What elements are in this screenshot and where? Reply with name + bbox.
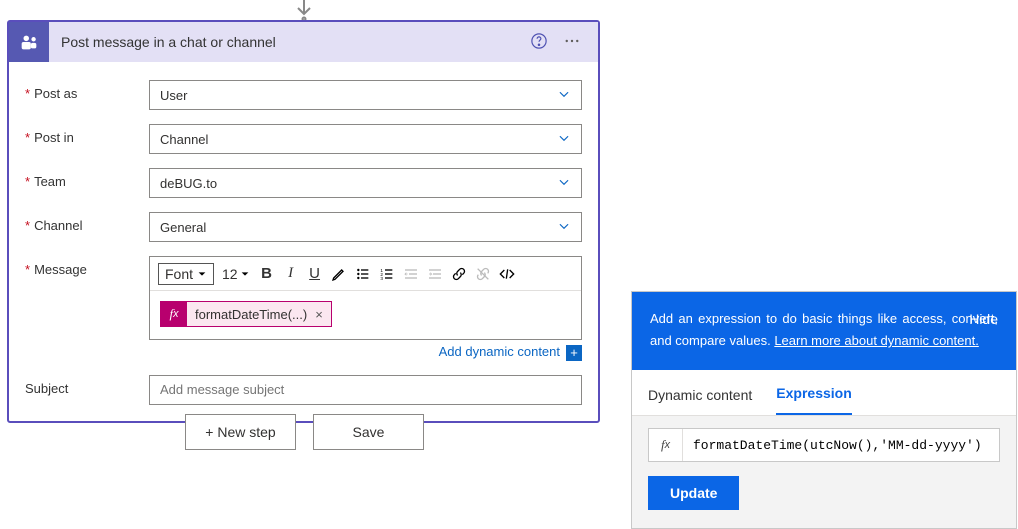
panel-tabs: Dynamic content Expression — [632, 370, 1016, 416]
code-view-icon[interactable] — [496, 263, 518, 285]
new-step-button[interactable]: + New step — [185, 414, 296, 450]
label-post-as: Post as — [25, 80, 149, 101]
fx-icon: fx — [649, 429, 683, 461]
outdent-icon — [400, 263, 422, 285]
plus-icon: + — [566, 345, 582, 361]
subject-input[interactable] — [149, 375, 582, 405]
select-post-in-value: Channel — [160, 132, 208, 147]
hide-button[interactable]: Hide — [969, 308, 998, 332]
chevron-down-icon — [557, 87, 571, 104]
footer-buttons: + New step Save — [185, 414, 424, 450]
bullet-list-icon[interactable] — [352, 263, 374, 285]
italic-button[interactable]: I — [280, 263, 302, 285]
label-subject: Subject — [25, 375, 149, 396]
expression-input[interactable] — [683, 438, 999, 453]
expression-panel: Add an expression to do basic things lik… — [631, 291, 1017, 529]
pen-icon[interactable] — [328, 263, 350, 285]
number-list-icon[interactable]: 123 — [376, 263, 398, 285]
select-post-in[interactable]: Channel — [149, 124, 582, 154]
token-label: formatDateTime(...) — [187, 307, 315, 322]
card-title: Post message in a chat or channel — [49, 34, 530, 50]
action-card: Post message in a chat or channel Post a… — [7, 20, 600, 423]
label-message: Message — [25, 256, 149, 277]
teams-icon — [9, 22, 49, 62]
chevron-down-icon — [557, 219, 571, 236]
help-icon[interactable] — [530, 32, 548, 53]
add-dynamic-content-link[interactable]: Add dynamic content+ — [149, 344, 582, 361]
label-team: Team — [25, 168, 149, 189]
label-post-in: Post in — [25, 124, 149, 145]
underline-button[interactable]: U — [304, 263, 326, 285]
select-team[interactable]: deBUG.to — [149, 168, 582, 198]
more-icon[interactable] — [562, 32, 582, 53]
fx-icon: fx — [161, 302, 187, 326]
update-button[interactable]: Update — [648, 476, 739, 510]
chevron-down-icon — [557, 175, 571, 192]
chevron-down-icon — [557, 131, 571, 148]
font-size-picker[interactable]: 12 — [222, 266, 250, 282]
font-picker[interactable]: Font — [158, 263, 214, 285]
bold-button[interactable]: B — [256, 263, 278, 285]
card-body: Post as User Post in Channel — [9, 62, 598, 421]
select-team-value: deBUG.to — [160, 176, 217, 191]
card-header: Post message in a chat or channel — [9, 22, 598, 62]
token-remove-icon[interactable]: × — [315, 307, 331, 322]
panel-hint: Add an expression to do basic things lik… — [632, 292, 1016, 370]
tab-expression[interactable]: Expression — [776, 385, 851, 415]
select-channel-value: General — [160, 220, 206, 235]
link-icon[interactable] — [448, 263, 470, 285]
select-channel[interactable]: General — [149, 212, 582, 242]
expression-token[interactable]: fx formatDateTime(...) × — [160, 301, 332, 327]
panel-body: fx Update — [632, 416, 1016, 528]
learn-more-link[interactable]: Learn more about dynamic content. — [774, 333, 979, 348]
save-button[interactable]: Save — [313, 414, 424, 450]
unlink-icon — [472, 263, 494, 285]
message-content[interactable]: fx formatDateTime(...) × — [150, 291, 581, 339]
label-channel: Channel — [25, 212, 149, 233]
flow-arrow-in — [292, 0, 316, 22]
tab-dynamic-content[interactable]: Dynamic content — [648, 387, 752, 415]
expression-input-row: fx — [648, 428, 1000, 462]
select-post-as-value: User — [160, 88, 187, 103]
message-editor[interactable]: Font 12 B I U 123 — [149, 256, 582, 340]
select-post-as[interactable]: User — [149, 80, 582, 110]
rte-toolbar: Font 12 B I U 123 — [150, 257, 581, 291]
svg-text:3: 3 — [380, 276, 383, 281]
indent-icon — [424, 263, 446, 285]
